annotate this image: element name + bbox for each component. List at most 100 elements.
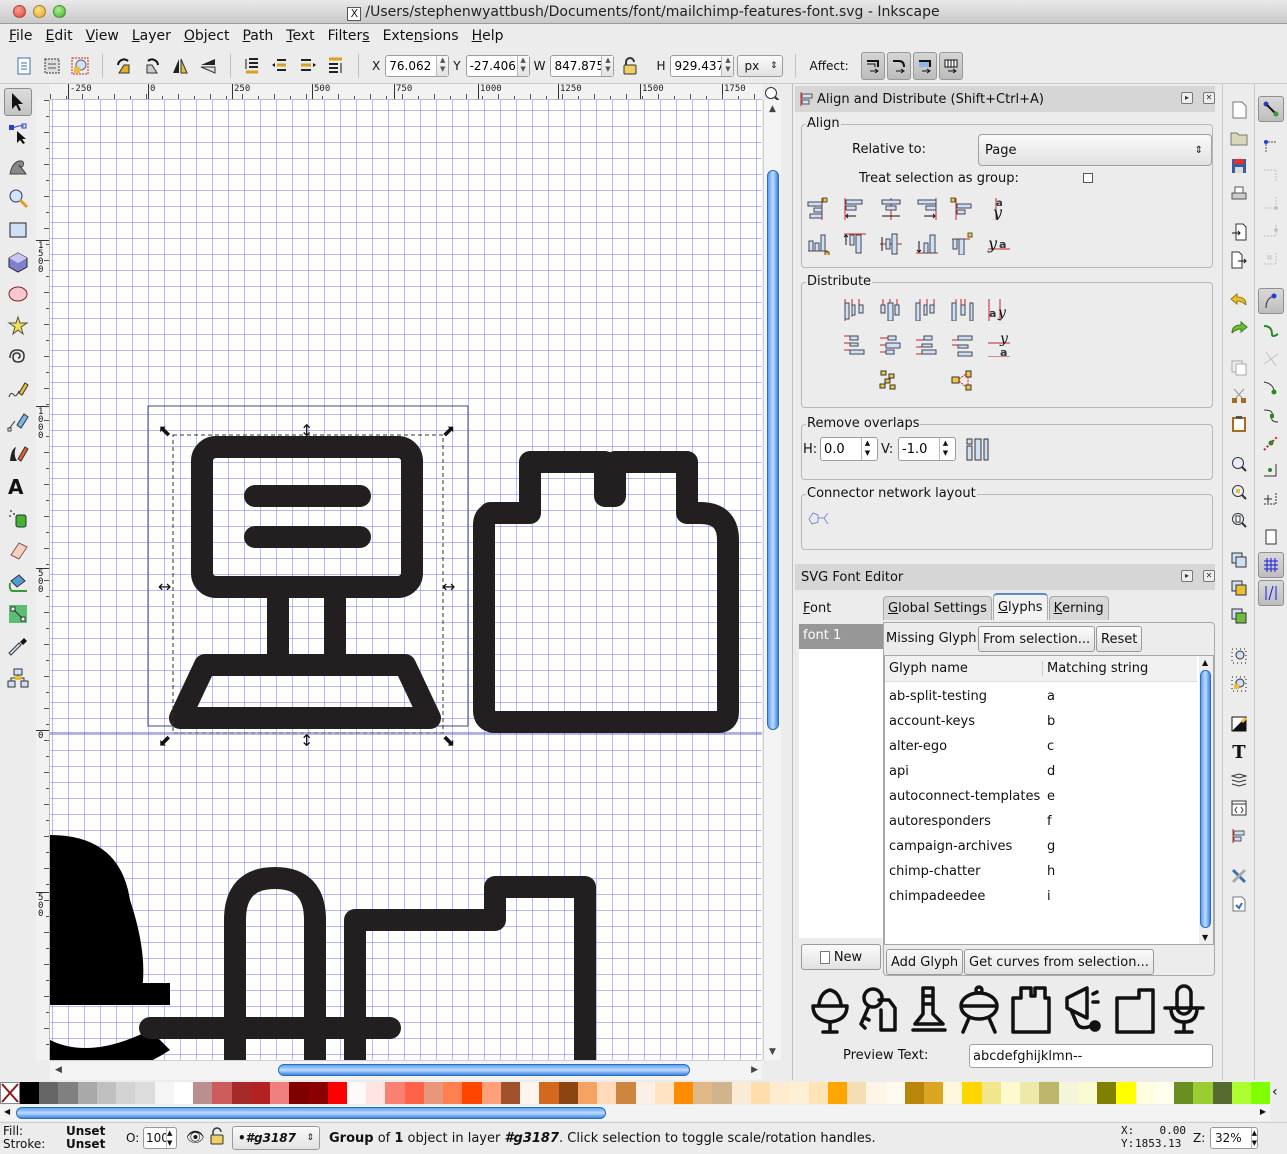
- overlap-h-field[interactable]: ▲▼: [820, 437, 878, 461]
- distribute-centers-horizontally-button[interactable]: [878, 297, 902, 321]
- align-baseline-anchors-vertical-button[interactable]: ya: [986, 196, 1010, 220]
- gradient-tool-button[interactable]: [4, 600, 32, 628]
- align-right-edges-to-left-anchor-button[interactable]: [806, 196, 830, 220]
- color-swatch[interactable]: [154, 1082, 174, 1104]
- color-swatch[interactable]: [462, 1082, 482, 1104]
- color-swatch[interactable]: [1097, 1082, 1117, 1104]
- rotate-ccw-button[interactable]: [112, 54, 136, 78]
- color-swatch[interactable]: [885, 1082, 905, 1104]
- color-swatch[interactable]: [635, 1082, 655, 1104]
- color-swatch[interactable]: [135, 1082, 155, 1104]
- redo-button[interactable]: [1229, 318, 1249, 338]
- menu-path[interactable]: Path: [237, 28, 278, 44]
- enable-snapping-toggle[interactable]: [1258, 96, 1284, 122]
- raise-to-top-button[interactable]: [324, 54, 348, 78]
- export-button[interactable]: [1229, 250, 1249, 270]
- new-font-button[interactable]: New: [801, 944, 881, 970]
- deselect-button[interactable]: [68, 54, 92, 78]
- snap-line-midpoints-toggle[interactable]: [1258, 430, 1284, 456]
- snap-bbox-centers-toggle[interactable]: [1258, 246, 1284, 272]
- align-baseline-anchors-horizontal-button[interactable]: ya: [986, 231, 1010, 255]
- color-swatch[interactable]: [693, 1082, 713, 1104]
- drawing-canvas[interactable]: ⬉ ⬈ ↕ ↔ ↔ ⬋ ⬊ ↕: [50, 100, 762, 1060]
- glyph-name[interactable]: api: [889, 764, 1047, 779]
- connector-tool-button[interactable]: [4, 664, 32, 692]
- unclump-button[interactable]: [950, 369, 974, 393]
- snap-cusp-nodes-toggle[interactable]: [1258, 374, 1284, 400]
- scale-handle-ne[interactable]: ⬈: [442, 421, 455, 440]
- glyph-name[interactable]: autoconnect-templates: [889, 789, 1047, 804]
- color-swatch[interactable]: [577, 1082, 598, 1104]
- color-swatch[interactable]: [173, 1082, 194, 1104]
- scale-handle-w[interactable]: ↔: [158, 577, 171, 596]
- menu-extensions[interactable]: Extensions: [378, 28, 464, 44]
- glyph-row[interactable]: account-keys b: [889, 709, 1189, 734]
- paint-bucket-tool-button[interactable]: [4, 568, 32, 596]
- block-glyph[interactable]: [473, 451, 739, 733]
- glyph-name[interactable]: autoresponders: [889, 814, 1047, 829]
- color-swatch[interactable]: [789, 1082, 809, 1104]
- distribute-baselines-horizontally-button[interactable]: ay: [986, 297, 1010, 321]
- snap-bbox-edges-toggle[interactable]: [1258, 162, 1284, 188]
- lower-to-bottom-button[interactable]: [240, 54, 264, 78]
- align-left-edges-to-right-anchor-button[interactable]: [950, 196, 974, 220]
- glyph-matching-string[interactable]: h: [1047, 864, 1055, 879]
- menu-help[interactable]: Help: [467, 28, 509, 44]
- color-swatch[interactable]: [904, 1082, 925, 1104]
- tab-kerning[interactable]: Kerning: [1048, 596, 1109, 620]
- color-swatch[interactable]: [404, 1082, 424, 1104]
- no-paint-swatch[interactable]: [0, 1082, 20, 1104]
- glyph-name-column-header[interactable]: Glyph name: [885, 661, 1043, 676]
- color-swatch[interactable]: [558, 1082, 578, 1104]
- color-swatch[interactable]: [866, 1082, 886, 1104]
- color-swatch[interactable]: [1174, 1082, 1194, 1104]
- unlink-clone-button[interactable]: [1229, 606, 1249, 626]
- duplicate-button[interactable]: [1229, 550, 1249, 570]
- glyph-matching-string[interactable]: f: [1047, 814, 1052, 829]
- align-top-edges-button[interactable]: [842, 231, 866, 255]
- h-input[interactable]: [671, 55, 722, 76]
- color-swatch[interactable]: [481, 1082, 501, 1104]
- ellipse-tool-button[interactable]: [4, 280, 32, 308]
- preview-text-input[interactable]: abcdefghijklmn--: [969, 1044, 1213, 1068]
- color-swatch[interactable]: [808, 1082, 828, 1104]
- spray-tool-button[interactable]: [4, 504, 32, 532]
- color-swatch[interactable]: [193, 1082, 213, 1104]
- menu-text[interactable]: Text: [281, 28, 319, 44]
- align-top-edges-to-bottom-anchor-button[interactable]: [806, 231, 830, 255]
- color-swatch[interactable]: [943, 1082, 963, 1104]
- tab-global-settings[interactable]: Global Settings: [883, 596, 992, 620]
- scroll-right-arrow[interactable]: ▶: [1260, 1107, 1266, 1116]
- color-swatch[interactable]: [270, 1082, 290, 1104]
- save-button[interactable]: [1229, 156, 1249, 176]
- color-swatch[interactable]: [20, 1082, 40, 1104]
- snap-paths-toggle[interactable]: [1258, 318, 1284, 344]
- eraser-tool-button[interactable]: [4, 536, 32, 564]
- open-button[interactable]: [1229, 128, 1249, 148]
- align-left-edges-button[interactable]: [842, 196, 866, 220]
- color-swatch[interactable]: [500, 1082, 521, 1104]
- snap-rotation-centers-toggle[interactable]: [1258, 486, 1284, 512]
- x-stepper[interactable]: ▲ ▼: [436, 55, 449, 76]
- computer-glyph[interactable]: [169, 436, 441, 729]
- new-document-button[interactable]: [1229, 100, 1249, 120]
- color-swatch[interactable]: [1116, 1082, 1136, 1104]
- fill-indicator[interactable]: Unset: [66, 1124, 105, 1138]
- scale-handle-se[interactable]: ⬊: [442, 731, 455, 750]
- font-list-item[interactable]: font 1: [799, 624, 883, 649]
- matching-string-column-header[interactable]: Matching string: [1043, 661, 1148, 676]
- text-font-button[interactable]: T: [1229, 742, 1249, 763]
- glyph-row[interactable]: chimpadeedee i: [889, 884, 1189, 909]
- distribute-right-edges-button[interactable]: [914, 297, 938, 321]
- glyph-row[interactable]: campaign-archives g: [889, 834, 1189, 859]
- color-swatch[interactable]: [366, 1082, 386, 1104]
- h-field[interactable]: ▲▼: [670, 54, 735, 77]
- color-swatch[interactable]: [962, 1082, 982, 1104]
- snap-bbox-midpoints-toggle[interactable]: [1258, 218, 1284, 244]
- distribute-centers-vertically-button[interactable]: [878, 333, 902, 357]
- glyph-row[interactable]: ab-split-testing a: [889, 684, 1189, 709]
- snap-object-centers-toggle[interactable]: [1258, 458, 1284, 484]
- undo-button[interactable]: [1229, 290, 1249, 310]
- color-swatch[interactable]: [308, 1082, 328, 1104]
- dialog-iconify-button[interactable]: ▸: [1181, 92, 1193, 104]
